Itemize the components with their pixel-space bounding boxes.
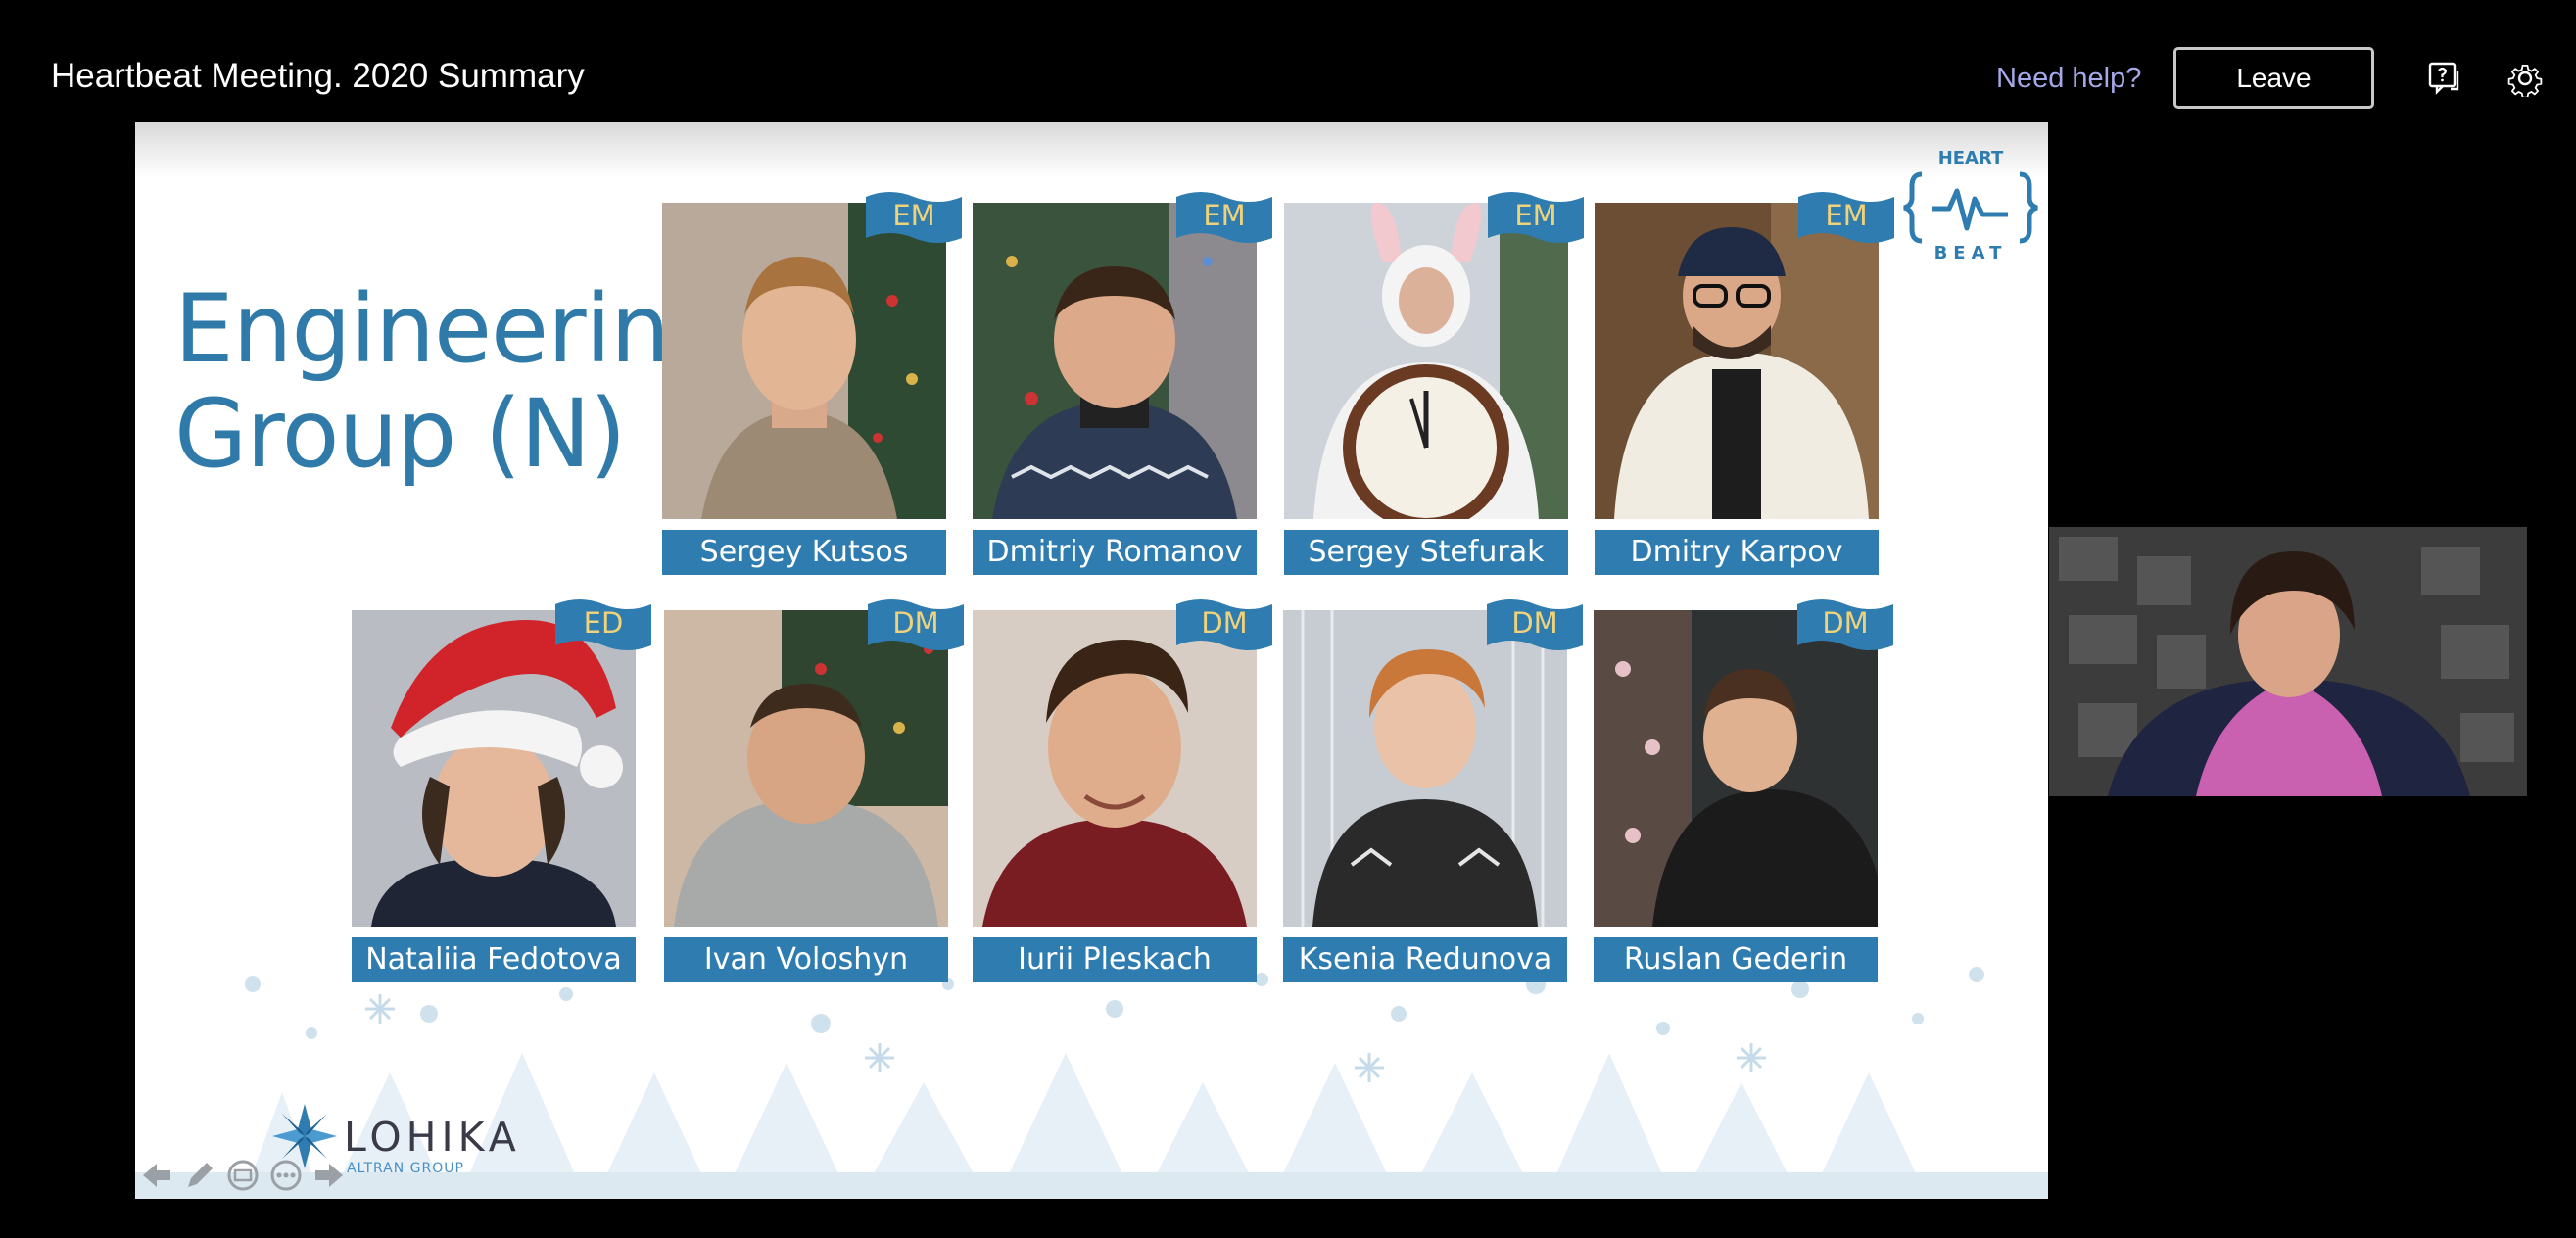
arrow-right-icon[interactable]	[311, 1158, 347, 1193]
person-photo	[973, 203, 1257, 519]
gear-icon[interactable]	[2506, 60, 2544, 99]
role-badge: EM	[1176, 189, 1272, 244]
person-photo	[973, 610, 1257, 927]
role-badge: EM	[1488, 189, 1584, 244]
arrow-left-icon[interactable]	[139, 1158, 174, 1193]
person-name: Dmitry Karpov	[1595, 530, 1879, 575]
participant-video[interactable]	[2049, 527, 2527, 796]
person-name: Nataliia Fedotova	[352, 937, 636, 982]
person-name: Ksenia Redunova	[1283, 937, 1567, 982]
need-help-link[interactable]: Need help?	[1996, 63, 2141, 95]
logo-text-top: HEART	[1938, 150, 2004, 168]
role-label: EM	[1825, 199, 1868, 232]
heartbeat-logo: HEART BEAT	[1902, 148, 2039, 263]
role-badge: ED	[555, 596, 651, 651]
person-photo	[664, 610, 948, 927]
person-name: Ivan Voloshyn	[664, 937, 948, 982]
slide-controls	[139, 1156, 347, 1195]
role-badge: DM	[1487, 596, 1583, 651]
role-label: DM	[1201, 606, 1248, 640]
slide-title-line-1: Engineering	[174, 274, 729, 384]
person-name: Ruslan Gederin	[1594, 937, 1878, 982]
presentation-slide: Engineering Group (N) HEART BEAT EM Serg…	[135, 122, 2048, 1199]
role-badge: DM	[1797, 596, 1893, 651]
role-label: ED	[583, 606, 624, 640]
role-label: EM	[1514, 199, 1557, 232]
person-name: Iurii Pleskach	[973, 937, 1257, 982]
role-badge: DM	[868, 596, 964, 651]
logo-text-bottom: BEAT	[1934, 243, 2008, 262]
person-name: Sergey Kutsos	[662, 530, 946, 575]
role-badge: EM	[1798, 189, 1894, 244]
person-name: Dmitriy Romanov	[973, 530, 1257, 575]
meeting-header: Heartbeat Meeting. 2020 Summary Need hel…	[0, 0, 2576, 122]
slide-top-shade	[135, 122, 2048, 176]
role-label: DM	[1822, 606, 1869, 640]
slide-title-line-2: Group (N)	[174, 379, 627, 489]
person-photo	[352, 610, 636, 927]
company-subtitle: ALTRAN GROUP	[347, 1161, 464, 1176]
subtitles-icon[interactable]	[225, 1158, 261, 1193]
slide-title: Engineering Group (N)	[174, 274, 729, 489]
person-photo	[1284, 203, 1568, 519]
role-badge: EM	[866, 189, 962, 244]
person-photo	[1283, 610, 1567, 927]
role-label: DM	[1511, 606, 1558, 640]
company-name: LOHIKA	[344, 1114, 521, 1161]
role-badge: DM	[1176, 596, 1272, 651]
person-photo	[1594, 610, 1878, 927]
person-photo	[662, 203, 946, 519]
pen-icon[interactable]	[182, 1158, 217, 1193]
role-label: EM	[892, 199, 935, 232]
leave-button[interactable]: Leave	[2173, 47, 2374, 109]
meeting-title: Heartbeat Meeting. 2020 Summary	[51, 57, 585, 95]
person-name: Sergey Stefurak	[1284, 530, 1568, 575]
role-label: EM	[1203, 199, 1246, 232]
more-icon[interactable]	[268, 1158, 304, 1193]
role-label: DM	[892, 606, 939, 640]
person-photo	[1595, 203, 1879, 519]
chat-question-icon[interactable]	[2427, 60, 2464, 97]
